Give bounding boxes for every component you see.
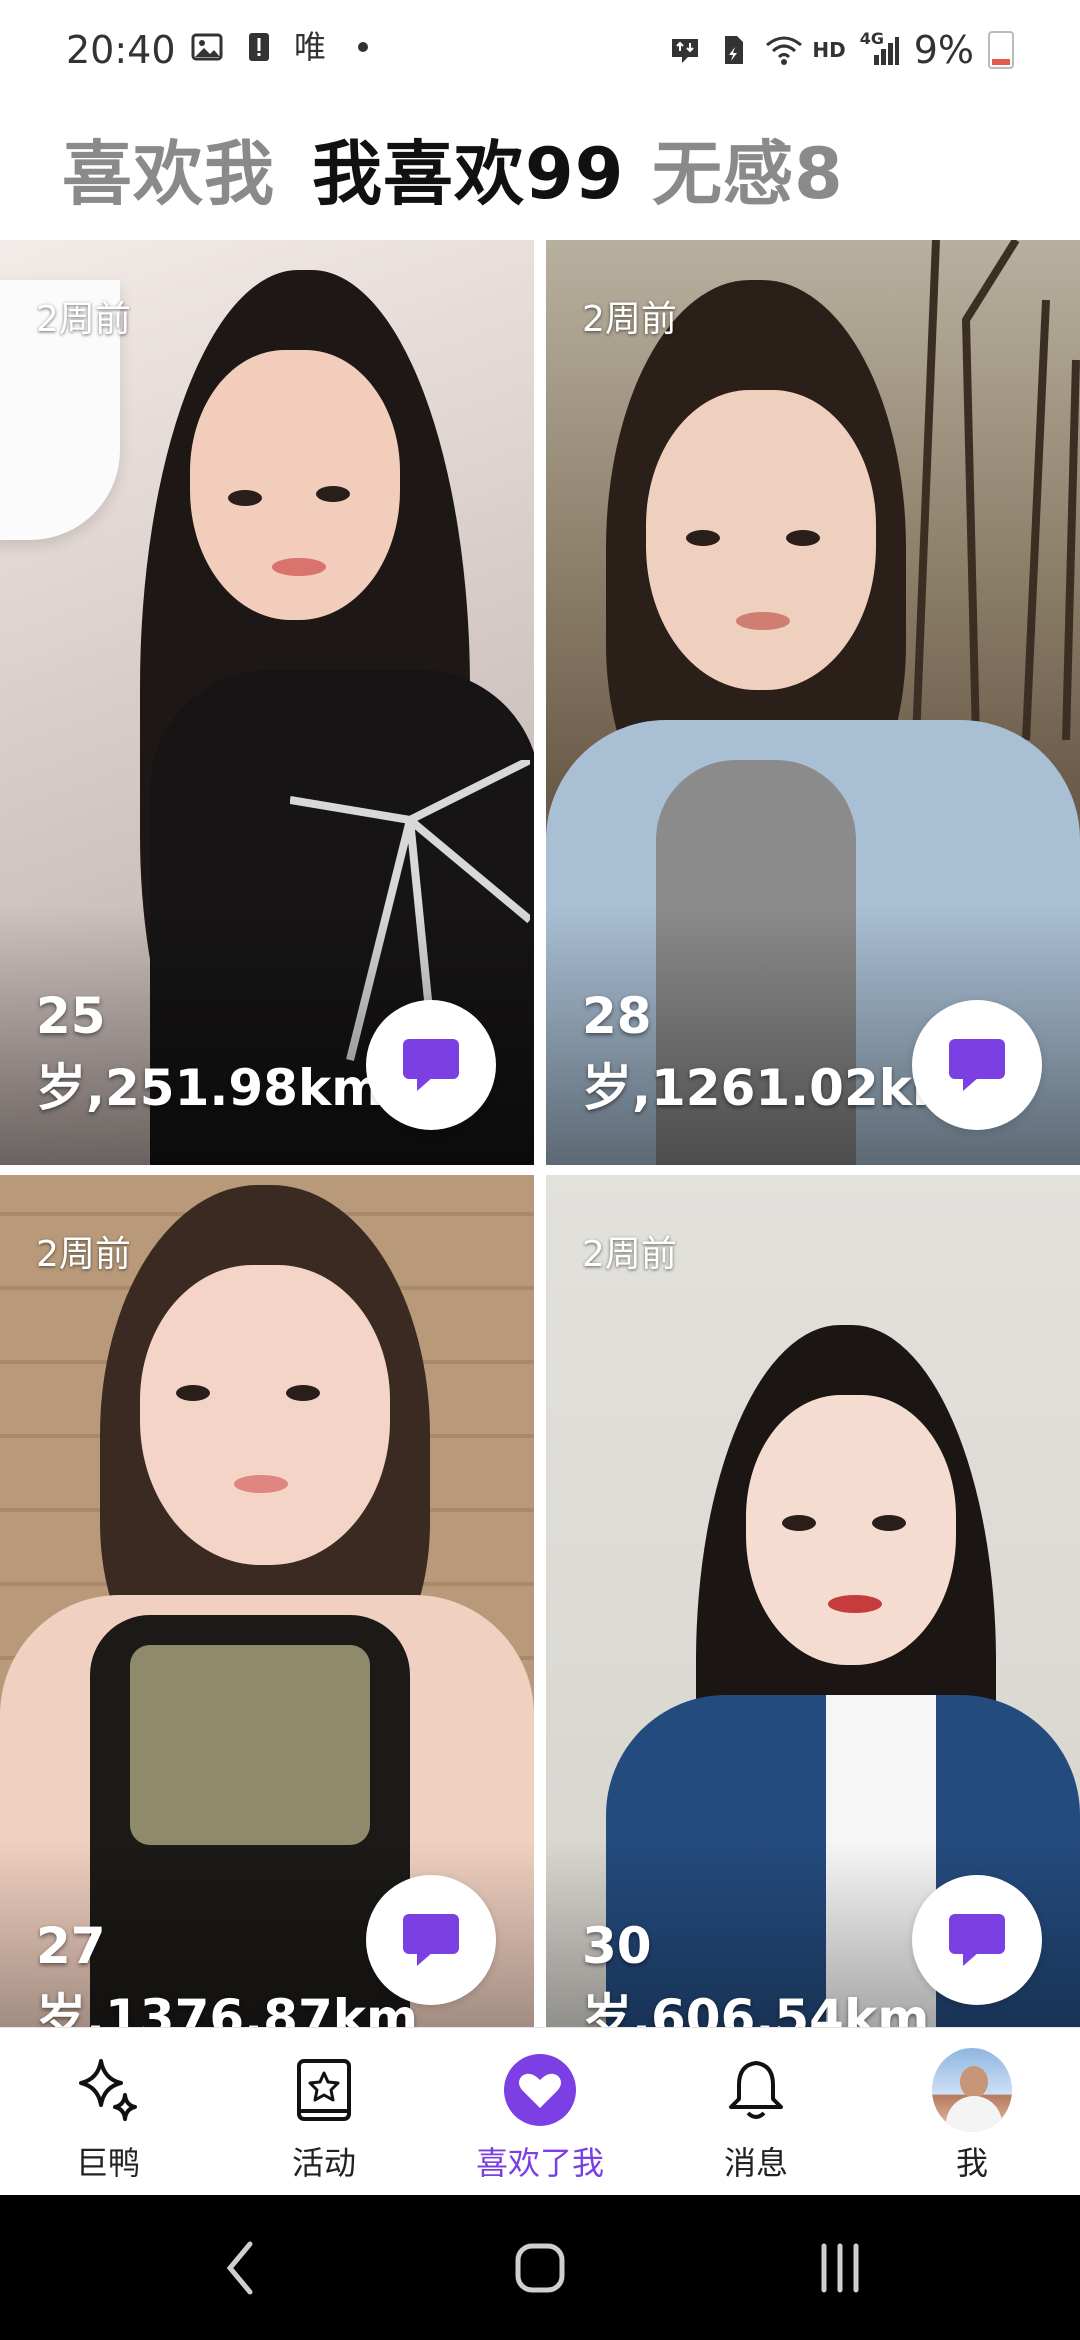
nav-item-activity[interactable]: 活动: [216, 2028, 432, 2196]
nav-label: 喜欢了我: [475, 2144, 604, 2182]
chat-bubble-icon: [949, 1039, 1005, 1091]
nav-item-me[interactable]: 我: [864, 2028, 1080, 2196]
home-icon: [515, 2243, 565, 2292]
profile-card[interactable]: 2周前 27岁,1376.87km: [0, 1175, 534, 2027]
like-tabs: 喜欢我 我喜欢99 无感8: [0, 100, 1080, 240]
chat-button[interactable]: [912, 1875, 1042, 2005]
profile-card[interactable]: 2周前 25岁,251.98km: [0, 240, 534, 1165]
last-active-label: 2周前: [36, 299, 131, 340]
tab-likes-me[interactable]: 喜欢我: [62, 118, 275, 219]
recents-icon: [821, 2243, 859, 2292]
battery-percent: 9%: [913, 28, 974, 72]
profile-age-distance: 30岁,606.54km: [582, 1917, 930, 2027]
avatar: [932, 2048, 1012, 2132]
chat-bubble-icon: [949, 1914, 1005, 1966]
nav-label: 巨鸭: [75, 2144, 140, 2182]
heart-icon: [500, 2050, 580, 2130]
data-transfer-icon: [668, 33, 702, 67]
profile-age-distance: 25岁,251.98km: [36, 987, 384, 1117]
hd-label: HD: [812, 38, 846, 62]
wifi-icon: [764, 33, 803, 67]
chat-button[interactable]: [912, 1000, 1042, 1130]
bottom-nav: 巨鸭 活动 喜欢了我 消息 我: [0, 2027, 1080, 2196]
chat-button[interactable]: [366, 1000, 496, 1130]
profile-age-distance: 28岁,1261.02km: [582, 987, 965, 1117]
nav-label: 我: [955, 2144, 988, 2182]
chat-bubble-icon: [403, 1914, 459, 1966]
bell-icon: [716, 2050, 796, 2130]
sparkle-icon: [68, 2050, 148, 2130]
status-left-icons: 唯: [190, 28, 369, 66]
battery-icon: [988, 31, 1014, 69]
recents-button[interactable]: [740, 2195, 940, 2340]
profile-card[interactable]: 2周前 28岁,1261.02km: [546, 240, 1080, 1165]
nav-item-liked-me[interactable]: 喜欢了我: [432, 2028, 648, 2196]
signal-icon: 4G: [860, 29, 900, 67]
last-active-label: 2周前: [582, 299, 677, 340]
chat-bubble-icon: [403, 1039, 459, 1091]
nav-item-juya[interactable]: 巨鸭: [0, 2028, 216, 2196]
nav-label: 活动: [291, 2144, 356, 2182]
profile-age-distance: 27岁,1376.87km: [36, 1917, 419, 2027]
status-bar: 20:40 唯 HD 4G 9%: [0, 0, 1080, 100]
star-book-icon: [284, 2050, 364, 2130]
last-active-label: 2周前: [36, 1234, 131, 1275]
back-chevron-icon: [226, 2241, 253, 2294]
back-button[interactable]: [140, 2195, 340, 2340]
carrier-char: 唯: [294, 28, 327, 66]
profile-card[interactable]: 2周前 30岁,606.54km: [546, 1175, 1080, 2027]
tab-not-interested[interactable]: 无感8: [652, 118, 844, 219]
system-nav-bar: [0, 2195, 1080, 2340]
nav-label: 消息: [723, 2144, 788, 2182]
status-time: 20:40: [66, 28, 176, 72]
status-right-icons: HD 4G 9%: [668, 28, 1014, 72]
home-button[interactable]: [440, 2195, 640, 2340]
tab-i-like[interactable]: 我喜欢99: [312, 118, 624, 219]
profile-grid: 2周前 25岁,251.98km 2周前 28岁,1261.02km 2周前 2…: [0, 240, 1080, 2027]
gallery-icon: [190, 30, 224, 64]
alert-icon: [242, 30, 276, 64]
sim-card-icon: [716, 33, 750, 67]
nav-item-messages[interactable]: 消息: [648, 2028, 864, 2196]
chat-button[interactable]: [366, 1875, 496, 2005]
notification-dot: [358, 42, 369, 52]
last-active-label: 2周前: [582, 1234, 677, 1275]
